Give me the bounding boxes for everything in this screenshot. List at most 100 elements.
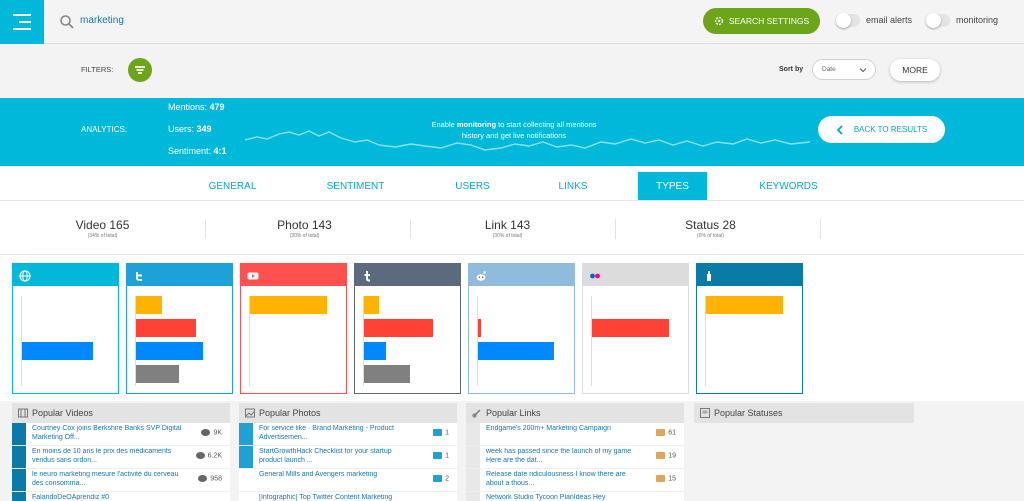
type-count-percent: (30% of total) — [492, 233, 523, 239]
email-alerts-label: email alerts — [866, 15, 913, 25]
popular-item-title[interactable]: Release date ridiculousness I know there… — [486, 471, 636, 489]
popular-links-item[interactable]: week has passed since the launch of my g… — [466, 446, 684, 469]
popular-photos-item[interactable]: StartGrowthHack Checklist for your start… — [239, 446, 457, 469]
metric-value: 958 — [210, 475, 222, 483]
email-alerts-toggle[interactable] — [836, 13, 860, 28]
network-card-tumblr[interactable] — [354, 263, 461, 394]
top-bar: marketing SEARCH SETTINGS email alerts m… — [0, 0, 1024, 44]
popular-links-item[interactable]: Endgame's 200m+ Marketing Campaign 61 — [466, 423, 684, 446]
tab-sentiment[interactable]: SENTIMENT — [303, 172, 408, 200]
sort-by-label: Sort by — [779, 66, 804, 73]
type-count-link: Link 143 (30% of total) — [405, 218, 610, 239]
bar-link — [364, 319, 433, 337]
sort-select[interactable]: Date — [812, 59, 876, 80]
sentiment-label: Sentiment: — [168, 146, 212, 156]
popular-videos-item[interactable]: le neuro marketing mesure l'activité du … — [12, 469, 230, 492]
sentiment-stat: Sentiment: 4:1 — [168, 146, 227, 156]
tumblr-icon — [361, 269, 373, 282]
users-label: Users: — [168, 124, 195, 134]
tab-general[interactable]: GENERAL — [180, 172, 285, 200]
bar-link — [136, 319, 196, 337]
popular-item-title[interactable]: Network Studio Tycoon PlanIdeas Hey — [486, 494, 636, 501]
bar-photo — [706, 296, 783, 314]
popular-photos-item[interactable]: [Infographic] Top Twitter Content Market… — [239, 492, 457, 501]
popular-item-title[interactable]: Endgame's 200m+ Marketing Campaign — [486, 425, 636, 443]
network-card-flickr[interactable] — [582, 263, 689, 394]
search-input[interactable]: marketing — [80, 15, 124, 26]
popular-statuses-panel: Popular Statuses — [694, 403, 914, 423]
bar-link — [478, 319, 481, 337]
search-settings-button[interactable]: SEARCH SETTINGS — [703, 8, 820, 34]
gear-icon — [714, 16, 723, 26]
mentions-value: 479 — [209, 102, 225, 112]
network-card-reddit[interactable] — [468, 263, 575, 394]
type-count-label: Photo 143 — [277, 218, 332, 232]
network-card-header — [127, 264, 232, 286]
back-to-results-label: BACK TO RESULTS — [853, 125, 928, 134]
popular-item-title[interactable]: General Mills and Avengers marketing — [259, 471, 409, 489]
youtube-icon — [247, 269, 259, 281]
network-card-youtube[interactable] — [240, 263, 347, 394]
news-icon — [703, 269, 715, 281]
popular-item-title[interactable]: week has passed since the launch of my g… — [486, 448, 636, 466]
type-count-percent: (30% of total) — [289, 233, 320, 239]
popular-item-title[interactable]: En moins de 10 ans le prix des médicamen… — [32, 448, 182, 466]
type-count-video: Video 165 (34% of total) — [0, 218, 205, 239]
bar-video — [22, 342, 93, 360]
monitor-text-bold: monitoring — [456, 120, 497, 129]
image-icon — [245, 408, 255, 418]
popular-item-title[interactable]: FalandoDeOAprendiz #0 — [32, 494, 182, 501]
analytics-label: ANALYTICS: — [81, 125, 128, 134]
popular-item-title[interactable]: Courtney Cox joins Berkshire Banks SVP D… — [32, 425, 182, 443]
chevron-down-icon — [859, 68, 867, 73]
popular-item-metric: 1 — [433, 429, 449, 436]
tab-users[interactable]: USERS — [420, 172, 525, 200]
popular-item-title[interactable]: le neuro marketing mesure l'activité du … — [32, 471, 182, 489]
eye-icon — [201, 429, 211, 436]
network-card-twitter[interactable] — [126, 263, 233, 394]
monitoring-toggle[interactable] — [926, 13, 950, 28]
more-button[interactable]: MORE — [890, 59, 940, 81]
network-type-graphs — [0, 255, 1024, 401]
network-card-news[interactable] — [696, 263, 803, 394]
popular-item-title[interactable]: [Infographic] Top Twitter Content Market… — [259, 494, 409, 501]
popular-photos-item[interactable]: For service like · Brand Marketing - Pro… — [239, 423, 457, 446]
popular-item-metric: 2 — [433, 475, 449, 482]
type-count-label: Video 165 — [75, 218, 130, 232]
tab-links[interactable]: LINKS — [522, 172, 624, 200]
filter-button[interactable] — [128, 58, 152, 82]
thumbs-up-icon — [656, 452, 666, 459]
back-to-results-button[interactable]: BACK TO RESULTS — [818, 116, 945, 143]
status-icon — [700, 408, 710, 418]
popular-videos-item[interactable]: FalandoDeOAprendiz #0 — [12, 492, 230, 501]
popular-photos-item[interactable]: General Mills and Avengers marketing 2 — [239, 469, 457, 492]
menu-icon — [13, 14, 31, 16]
chart-axis — [591, 296, 592, 386]
mentions-stat: Mentions: 479 — [168, 102, 225, 112]
popular-videos-item[interactable]: En moins de 10 ans le prix des médicamen… — [12, 446, 230, 469]
type-count-percent: (34% of total) — [87, 233, 118, 239]
popular-item-title[interactable]: StartGrowthHack Checklist for your start… — [259, 448, 409, 466]
network-card-header — [583, 264, 688, 286]
analytics-band: ANALYTICS: Mentions: 479 Users: 349 Sent… — [0, 98, 1024, 166]
bar-video — [478, 342, 554, 360]
type-count-percent: (6% of total) — [697, 233, 724, 239]
tab-bar: GENERAL SENTIMENT USERS LINKS TYPES KEYW… — [0, 166, 1024, 201]
popular-item-title[interactable]: For service like · Brand Marketing - Pro… — [259, 425, 409, 443]
popular-links-item[interactable]: Release date ridiculousness I know there… — [466, 469, 684, 492]
chart-axis — [477, 296, 478, 386]
network-card-web[interactable] — [12, 263, 119, 394]
popular-photos-title: Popular Photos — [259, 408, 321, 418]
tab-types[interactable]: TYPES — [638, 172, 707, 200]
popular-links-item[interactable]: Network Studio Tycoon PlanIdeas Hey — [466, 492, 684, 501]
tab-keywords[interactable]: KEYWORDS — [737, 172, 840, 200]
menu-button[interactable] — [0, 0, 44, 44]
popular-item-metric: 6.2K — [195, 452, 222, 459]
popular-videos-item[interactable]: Courtney Cox joins Berkshire Banks SVP D… — [12, 423, 230, 446]
filters-label: FILTERS: — [81, 65, 114, 74]
network-card-header — [355, 264, 460, 286]
divider — [820, 219, 821, 239]
search-icon — [60, 15, 74, 29]
web-icon — [19, 269, 31, 282]
network-card-header — [241, 264, 346, 286]
